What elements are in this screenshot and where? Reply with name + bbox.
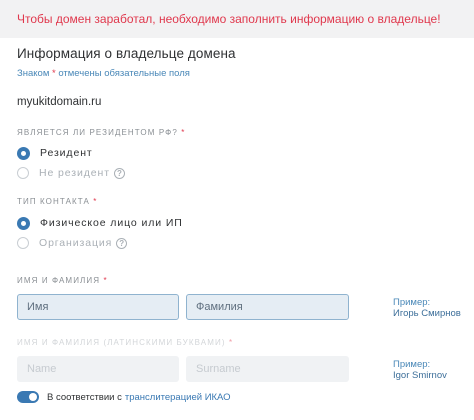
required-fields-note: Знаком * отмечены обязательные поля	[17, 68, 190, 79]
radio-individual-label: Физическое лицо или ИП	[40, 217, 183, 229]
resident-label-text: Является ли резидентом РФ?	[17, 128, 178, 137]
owner-info-alert: Чтобы домен заработал, необходимо заполн…	[0, 0, 474, 38]
required-star: *	[52, 68, 56, 79]
translit-row: В соответствии с транслитерацией ИКАО	[17, 390, 231, 404]
required-note-prefix: Знаком	[17, 68, 50, 79]
radio-checked-icon[interactable]	[17, 216, 30, 230]
latin-first-name-input[interactable]: Name	[17, 356, 179, 382]
contact-type-label: Тип контакта *	[17, 197, 96, 206]
latin-name-label-text: Имя и фамилия (латинскими буквами)	[17, 338, 226, 347]
radio-non-resident[interactable]: Не резидент ?	[17, 166, 125, 180]
radio-individual[interactable]: Физическое лицо или ИП	[17, 216, 183, 230]
name-required-star: *	[103, 276, 107, 285]
radio-resident-label: Резидент	[40, 147, 93, 159]
domain-name: myukitdomain.ru	[17, 96, 102, 108]
last-name-input[interactable]: Фамилия	[186, 294, 349, 320]
resident-label: Является ли резидентом РФ? *	[17, 128, 184, 137]
required-note-suffix: отмечены обязательные поля	[58, 68, 190, 79]
radio-resident[interactable]: Резидент	[17, 146, 93, 160]
name-example: Пример: Игорь Смирнов	[393, 297, 461, 319]
radio-organization[interactable]: Организация ?	[17, 236, 128, 250]
latin-name-required-star: *	[228, 338, 233, 347]
radio-non-resident-label: Не резидент	[39, 167, 110, 179]
name-label-text: Имя и фамилия	[17, 276, 101, 285]
latin-name-example-value: Igor Smirnov	[393, 370, 447, 381]
latin-name-example-title: Пример:	[393, 359, 431, 370]
name-example-title: Пример:	[393, 297, 431, 308]
radio-checked-icon[interactable]	[17, 146, 30, 160]
radio-unchecked-icon[interactable]	[17, 167, 29, 179]
name-example-value: Игорь Смирнов	[393, 308, 461, 319]
latin-name-label: Имя и фамилия (латинскими буквами) *	[17, 338, 232, 347]
latin-name-example: Пример: Igor Smirnov	[393, 359, 447, 381]
form-title: Информация о владельце домена	[17, 46, 236, 61]
latin-last-name-input[interactable]: Surname	[186, 356, 349, 382]
help-icon[interactable]: ?	[113, 167, 125, 179]
resident-required-star: *	[181, 128, 185, 137]
contact-type-required-star: *	[93, 197, 97, 206]
radio-organization-label: Организация	[39, 237, 113, 249]
contact-type-label-text: Тип контакта	[17, 197, 90, 206]
help-icon[interactable]: ?	[116, 237, 128, 249]
radio-unchecked-icon[interactable]	[17, 237, 29, 249]
name-label: Имя и фамилия *	[17, 276, 107, 285]
translit-toggle[interactable]	[17, 391, 39, 403]
translit-text: В соответствии с	[47, 391, 122, 403]
first-name-input[interactable]: Имя	[17, 294, 179, 320]
translit-link[interactable]: транслитерацией ИКАО	[125, 392, 231, 403]
